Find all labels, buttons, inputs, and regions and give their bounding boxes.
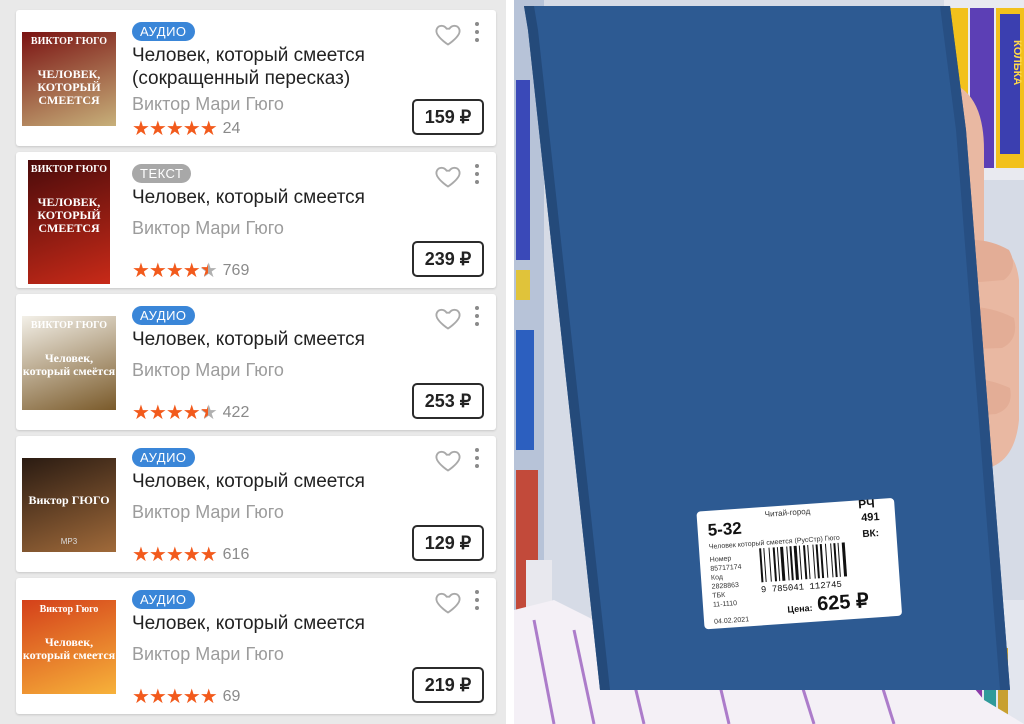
price-button[interactable]: 239 ₽: [412, 241, 484, 277]
half-star-icon: ★: [200, 402, 218, 424]
format-badge: АУДИО: [132, 22, 195, 41]
rating-count: 24: [222, 120, 241, 137]
favorite-heart-icon[interactable]: [434, 162, 462, 190]
spine-text: КОЛЬКА: [1011, 40, 1023, 85]
rating-stars: ★★★★★: [132, 544, 218, 566]
book-card[interactable]: Виктор Гюго Человек, который смеется АУДИО…: [16, 578, 496, 714]
book-author[interactable]: Виктор Мари Гюго: [132, 360, 284, 381]
cover-title: ЧЕЛОВЕК, КОТОРЫЙ СМЕЕТСЯ: [37, 195, 101, 235]
favorite-heart-icon[interactable]: [434, 446, 462, 474]
price-button[interactable]: 159 ₽: [412, 99, 484, 135]
rating-count: 616: [222, 546, 250, 563]
book-title[interactable]: Человек, который смеется (сокращенный пе…: [132, 44, 432, 90]
rating: ★★★★★769: [132, 260, 249, 282]
rating: ★★★★★ 69: [132, 686, 240, 708]
book-title[interactable]: Человек, который смеется: [132, 612, 432, 635]
cover-title: Человек, который смеется: [22, 635, 116, 662]
shelf-book-1: [516, 80, 530, 260]
rating: ★★★★★ 616: [132, 544, 249, 566]
label-price: 625 ₽: [816, 590, 869, 616]
rating-stars: ★★★★★: [132, 686, 218, 708]
cover-author: ВИКТОР ГЮГО: [30, 36, 108, 47]
more-menu-icon[interactable]: [470, 448, 484, 474]
price-button[interactable]: 129 ₽: [412, 525, 484, 561]
book-title[interactable]: Человек, который смеется: [132, 186, 432, 209]
favorite-heart-icon[interactable]: [434, 304, 462, 332]
rating-count: 69: [222, 688, 241, 705]
more-menu-icon[interactable]: [470, 164, 484, 190]
label-vk: ВК:: [862, 528, 879, 540]
price-button[interactable]: 253 ₽: [412, 383, 484, 419]
photo-svg: КОЛЬКА 5-32 Читай-город РЧ 491 ВК: Челов…: [514, 0, 1024, 724]
book-card[interactable]: Виктор ГЮГО MP3 АУДИО Человек, который смее…: [16, 436, 496, 572]
price-label: 5-32 Читай-город РЧ 491 ВК: Человек кото…: [696, 496, 902, 630]
book-title[interactable]: Человек, который смеется: [132, 328, 432, 351]
label-meta-line: ТБК: [712, 592, 726, 600]
more-menu-icon[interactable]: [470, 22, 484, 48]
cover-author: ВИКТОР ГЮГО: [30, 164, 108, 175]
book-cover-image[interactable]: Виктор Гюго Человек, который смеется: [22, 600, 116, 694]
cover-title: Человек, который смеётся: [22, 351, 116, 378]
book-card[interactable]: ВИКТОР ГЮГО ЧЕЛОВЕК, КОТОРЫЙ СМЕЕТСЯ АУДИО…: [16, 10, 496, 146]
format-badge: АУДИО: [132, 590, 195, 609]
store-list: ВИКТОР ГЮГО ЧЕЛОВЕК, КОТОРЫЙ СМЕЕТСЯ АУДИО…: [0, 0, 506, 724]
book-card[interactable]: ВИКТОР ГЮГО Человек, который смеётся АУДИО…: [16, 294, 496, 430]
shelf-book-3: [516, 330, 534, 450]
cover-author: ВИКТОР ГЮГО: [30, 320, 108, 331]
label-meta-line: Код: [711, 574, 723, 582]
more-menu-icon[interactable]: [470, 306, 484, 332]
cover-caption: MP3: [60, 537, 78, 546]
label-rc: РЧ: [858, 496, 875, 511]
label-rc-number: 491: [861, 511, 880, 524]
more-menu-icon[interactable]: [470, 590, 484, 616]
book-title[interactable]: Человек, который смеется: [132, 470, 432, 493]
rating-count: 769: [222, 262, 250, 279]
price-button[interactable]: 219 ₽: [412, 667, 484, 703]
label-shelf-code: 5-32: [707, 519, 742, 540]
book-author[interactable]: Виктор Мари Гюго: [132, 644, 284, 665]
cover-author: Виктор Гюго: [39, 604, 99, 615]
book-photo: КОЛЬКА 5-32 Читай-город РЧ 491 ВК: Челов…: [514, 0, 1024, 724]
book-cover-image[interactable]: ВИКТОР ГЮГО Человек, который смеётся: [22, 316, 116, 410]
rating-count: 422: [222, 404, 250, 421]
label-price-caption: Цена:: [787, 603, 813, 615]
book-author[interactable]: Виктор Мари Гюго: [132, 218, 284, 239]
cover-title: ЧЕЛОВЕК, КОТОРЫЙ СМЕЕТСЯ: [37, 67, 101, 107]
favorite-heart-icon[interactable]: [434, 588, 462, 616]
book-author[interactable]: Виктор Мари Гюго: [132, 94, 284, 115]
rating-stars: ★★★★★: [132, 402, 218, 424]
shelf-book-2: [516, 270, 530, 300]
rating-stars: ★★★★★: [132, 260, 218, 282]
favorite-heart-icon[interactable]: [434, 20, 462, 48]
book-card[interactable]: ВИКТОР ГЮГО ЧЕЛОВЕК, КОТОРЫЙ СМЕЕТСЯ ТЕКСТ…: [16, 152, 496, 288]
book-cover-image[interactable]: ВИКТОР ГЮГО ЧЕЛОВЕК, КОТОРЫЙ СМЕЕТСЯ: [22, 32, 116, 126]
cover-title: Виктор ГЮГО: [28, 493, 110, 507]
book-cover-image[interactable]: Виктор ГЮГО MP3: [22, 458, 116, 552]
rating: ★★★★★422: [132, 402, 249, 424]
book-cover-image[interactable]: ВИКТОР ГЮГО ЧЕЛОВЕК, КОТОРЫЙ СМЕЕТСЯ: [28, 160, 110, 284]
book-author[interactable]: Виктор Мари Гюго: [132, 502, 284, 523]
format-badge: АУДИО: [132, 448, 195, 467]
format-badge: ТЕКСТ: [132, 164, 192, 183]
format-badge: АУДИО: [132, 306, 195, 325]
rating: ★★★★★ 24: [132, 118, 240, 140]
rating-stars: ★★★★★: [132, 118, 218, 140]
half-star-icon: ★: [200, 260, 218, 282]
